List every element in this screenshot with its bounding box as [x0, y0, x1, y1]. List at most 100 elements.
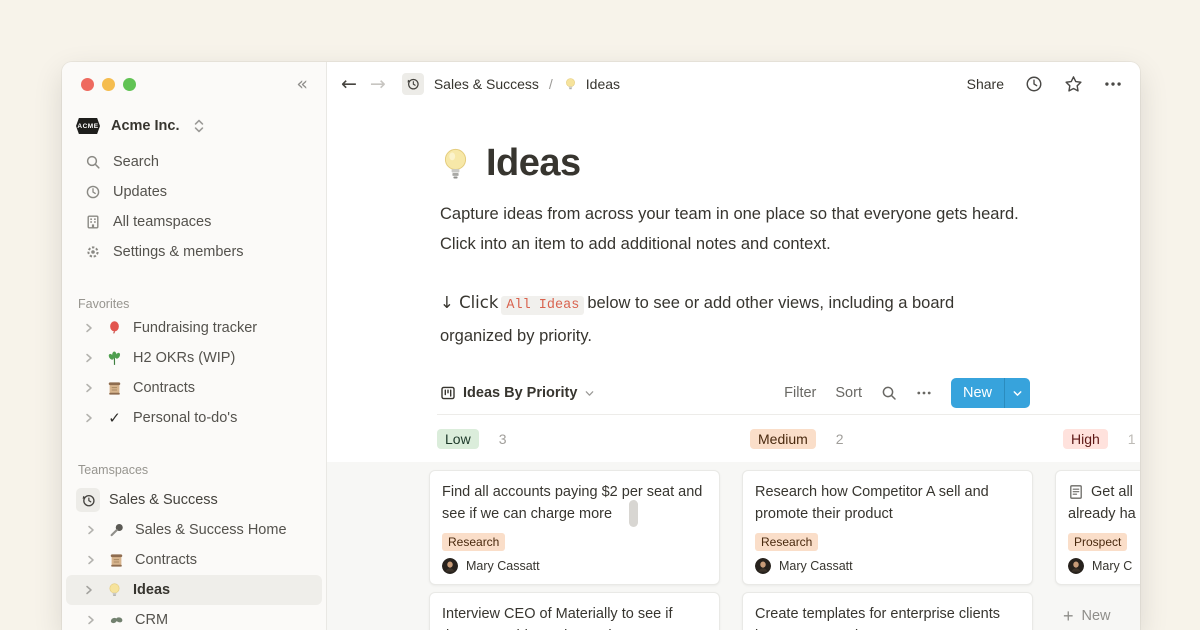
page-description: Capture ideas from across your team in o…	[440, 199, 1030, 259]
column-count: 3	[499, 431, 507, 447]
card-title: Interview CEO of Materially to see if th…	[442, 603, 707, 630]
column-header-medium[interactable]: Medium 2	[742, 429, 1033, 449]
column-header-high[interactable]: High 1	[1055, 429, 1140, 449]
chevron-right-icon[interactable]	[84, 382, 94, 394]
chevron-right-icon[interactable]	[84, 322, 94, 334]
search-icon[interactable]	[881, 385, 897, 401]
sidebar-item-label: Ideas	[133, 582, 170, 598]
more-options-icon[interactable]	[916, 385, 932, 401]
scrollbar-thumb[interactable]	[629, 500, 638, 527]
sidebar-item-updates[interactable]: Updates	[62, 177, 326, 207]
back-button[interactable]: ←	[341, 75, 357, 94]
sidebar-item-label: Settings & members	[113, 244, 244, 260]
sidebar-item-search[interactable]: Search	[62, 147, 326, 177]
more-options-icon[interactable]	[1104, 75, 1122, 93]
chevron-down-icon	[584, 388, 595, 399]
sidebar-item-sales-success-home[interactable]: Sales & Success Home	[62, 515, 326, 545]
sidebar-item-contracts-fav[interactable]: Contracts	[62, 373, 326, 403]
avatar	[755, 558, 771, 574]
priority-pill-medium: Medium	[750, 429, 816, 449]
tip-prefix: ↓ Click	[440, 293, 498, 312]
idea-card[interactable]: Research how Competitor A sell and promo…	[742, 470, 1033, 585]
main-area: ← → Sales & Success / Ideas Share	[327, 62, 1140, 630]
balloon-icon	[106, 320, 123, 337]
page-title: Ideas	[486, 144, 581, 182]
plus-icon: +	[1063, 607, 1074, 625]
chevron-right-icon[interactable]	[84, 584, 94, 596]
sidebar-item-settings[interactable]: Settings & members	[62, 237, 326, 267]
priority-pill-high: High	[1063, 429, 1108, 449]
idea-card[interactable]: Find all accounts paying $2 per seat and…	[429, 470, 720, 585]
breadcrumb-space-icon-badge[interactable]	[402, 73, 424, 95]
chevron-right-icon[interactable]	[86, 554, 96, 566]
inline-code-all-ideas: All Ideas	[501, 296, 584, 315]
column-count: 1	[1128, 431, 1136, 447]
sidebar-item-h2-okrs[interactable]: H2 OKRs (WIP)	[62, 343, 326, 373]
idea-card[interactable]: Create templates for enterprise clients …	[742, 592, 1033, 630]
sidebar-item-label: Personal to-do's	[133, 410, 237, 426]
teamspaces-section-label: Teamspaces	[62, 461, 326, 479]
chevron-down-icon	[1012, 388, 1023, 399]
forward-button[interactable]: →	[370, 75, 386, 94]
card-title-line: already ha	[1068, 503, 1140, 525]
favorites-list: Fundraising tracker H2 OKRs (WIP) Contra…	[62, 313, 326, 433]
teamspace-label: Sales & Success	[109, 492, 218, 508]
clock-icon[interactable]	[1025, 75, 1043, 93]
sidebar-item-all-teamspaces[interactable]: All teamspaces	[62, 207, 326, 237]
breadcrumb-space[interactable]: Sales & Success	[434, 76, 539, 92]
sidebar-item-crm[interactable]: CRM	[62, 605, 326, 630]
workspace-switcher[interactable]: ACME Acme Inc.	[62, 108, 326, 144]
collapse-sidebar-icon[interactable]: «	[296, 75, 308, 94]
description-line: Capture ideas from across your team in o…	[440, 199, 1030, 229]
sidebar-item-label: Contracts	[133, 380, 195, 396]
sidebar-item-personal-todos[interactable]: ✓ Personal to-do's	[62, 403, 326, 433]
history-icon	[406, 77, 420, 91]
teamspace-pages: Sales & Success Home Contracts Ideas CRM	[62, 515, 326, 630]
avatar	[1068, 558, 1084, 574]
new-button-group: New	[951, 378, 1030, 408]
idea-card[interactable]: Get all already ha Prospect Mary C	[1055, 470, 1140, 585]
card-title: Create templates for enterprise clients …	[755, 603, 1020, 630]
document-icon	[1068, 484, 1084, 500]
sidebar-item-ideas[interactable]: Ideas	[66, 575, 322, 605]
sidebar-item-label: Updates	[113, 184, 167, 200]
view-selector[interactable]: Ideas By Priority	[440, 385, 595, 401]
sidebar-item-label: CRM	[135, 612, 168, 628]
chevron-right-icon[interactable]	[84, 412, 94, 424]
sidebar-teamspace-sales-success[interactable]: Sales & Success	[62, 485, 326, 515]
minimize-window-button[interactable]	[102, 78, 115, 91]
new-button-dropdown[interactable]	[1004, 378, 1030, 408]
card-assignee: Mary C	[1068, 558, 1140, 574]
share-button[interactable]: Share	[967, 76, 1004, 92]
filter-button[interactable]: Filter	[784, 385, 816, 401]
board-column-medium: Research how Competitor A sell and promo…	[742, 470, 1033, 630]
assignee-name: Mary C	[1092, 559, 1132, 573]
sidebar-item-fundraising-tracker[interactable]: Fundraising tracker	[62, 313, 326, 343]
close-window-button[interactable]	[81, 78, 94, 91]
avatar	[442, 558, 458, 574]
breadcrumb-page[interactable]: Ideas	[586, 76, 620, 92]
chevron-right-icon[interactable]	[86, 614, 96, 626]
favorites-section-label: Favorites	[62, 295, 326, 313]
sidebar: « ACME Acme Inc. Search Updates All t	[62, 62, 327, 630]
zoom-window-button[interactable]	[123, 78, 136, 91]
sort-button[interactable]: Sort	[835, 385, 862, 401]
checkmark-icon: ✓	[106, 409, 123, 427]
search-icon	[85, 154, 101, 170]
new-button[interactable]: New	[951, 378, 1004, 408]
chevron-right-icon[interactable]	[84, 352, 94, 364]
card-assignee: Mary Cassatt	[755, 558, 1020, 574]
workspace-name: Acme Inc.	[111, 118, 180, 134]
sidebar-item-contracts-team[interactable]: Contracts	[62, 545, 326, 575]
chevron-right-icon[interactable]	[86, 524, 96, 536]
updown-chevron-icon	[191, 118, 207, 134]
building-icon	[85, 214, 101, 230]
sidebar-item-label: H2 OKRs (WIP)	[133, 350, 235, 366]
teamspace-icon-badge	[76, 488, 100, 512]
column-header-low[interactable]: Low 3	[429, 429, 720, 449]
herb-icon	[106, 350, 123, 367]
star-icon[interactable]	[1064, 75, 1083, 94]
add-card-button[interactable]: + New	[1055, 607, 1140, 625]
idea-card[interactable]: Interview CEO of Materially to see if th…	[429, 592, 720, 630]
assignee-name: Mary Cassatt	[779, 559, 853, 573]
